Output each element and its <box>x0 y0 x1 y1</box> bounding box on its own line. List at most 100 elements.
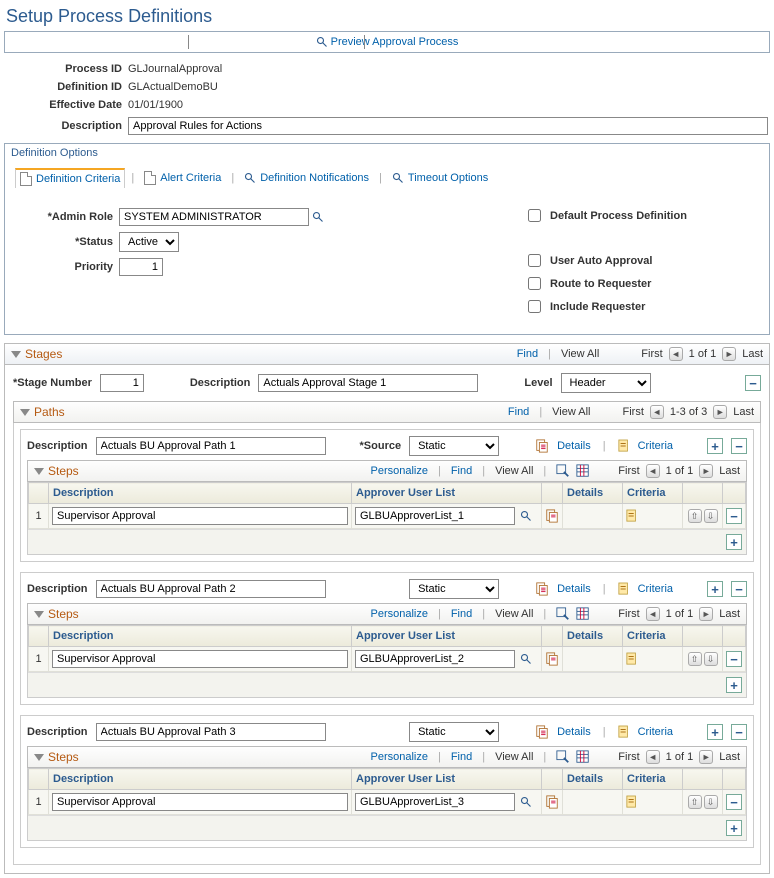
step-delete-button[interactable]: − <box>726 651 742 667</box>
stages-next-button[interactable]: ► <box>722 347 736 361</box>
path-block: Description *Source Static Details | Cri… <box>20 572 754 705</box>
step-add-button[interactable]: + <box>726 534 742 550</box>
step-description-input[interactable] <box>52 650 348 668</box>
tab-alert-criteria[interactable]: Alert Criteria <box>140 169 225 187</box>
step-add-button[interactable]: + <box>726 820 742 836</box>
steps-viewall[interactable]: View All <box>495 465 533 477</box>
stages-viewall[interactable]: View All <box>561 348 599 360</box>
steps-next-button[interactable]: ► <box>699 464 713 478</box>
steps-personalize-link[interactable]: Personalize <box>370 751 427 763</box>
tab-timeout-options[interactable]: Timeout Options <box>388 170 492 186</box>
steps-prev-button[interactable]: ◄ <box>646 464 660 478</box>
steps-toggle[interactable]: Steps <box>34 750 79 764</box>
status-label: *Status <box>15 236 113 248</box>
paths-prev-button[interactable]: ◄ <box>650 405 664 419</box>
user-auto-approval-checkbox[interactable] <box>528 254 541 267</box>
tab-definition-criteria[interactable]: Definition Criteria <box>15 168 125 188</box>
priority-input[interactable] <box>119 258 163 276</box>
steps-toggle[interactable]: Steps <box>34 607 79 621</box>
step-move-down-button[interactable]: ⇩ <box>704 509 718 523</box>
stages-find-link[interactable]: Find <box>517 348 538 360</box>
path-source-select[interactable]: Static <box>409 722 499 742</box>
default-process-checkbox[interactable] <box>528 209 541 222</box>
route-to-requester-checkbox[interactable] <box>528 277 541 290</box>
stages-prev-button[interactable]: ◄ <box>669 347 683 361</box>
steps-viewall[interactable]: View All <box>495 751 533 763</box>
path-details-link[interactable]: Details <box>557 726 591 738</box>
path-delete-button[interactable]: − <box>731 581 747 597</box>
stage-description-input[interactable] <box>258 374 478 392</box>
steps-personalize-link[interactable]: Personalize <box>370 608 427 620</box>
steps-count: 1 of 1 <box>666 751 694 763</box>
step-criteria-doc-icon[interactable] <box>626 509 638 523</box>
paths-find-link[interactable]: Find <box>508 406 529 418</box>
path-source-select[interactable]: Static <box>409 579 499 599</box>
paths-next-button[interactable]: ► <box>713 405 727 419</box>
zoom-icon[interactable] <box>556 750 570 764</box>
path-details-link[interactable]: Details <box>557 440 591 452</box>
path-details-link[interactable]: Details <box>557 583 591 595</box>
steps-toggle[interactable]: Steps <box>34 464 79 478</box>
steps-next-button[interactable]: ► <box>699 607 713 621</box>
step-move-up-button[interactable]: ⇧ <box>688 652 702 666</box>
status-select[interactable]: Active <box>119 232 179 252</box>
step-approver-input[interactable] <box>355 793 515 811</box>
step-description-input[interactable] <box>52 507 348 525</box>
admin-role-input[interactable] <box>119 208 309 226</box>
approver-lookup-icon[interactable] <box>520 510 532 522</box>
path-criteria-link[interactable]: Criteria <box>638 440 673 452</box>
zoom-icon[interactable] <box>556 464 570 478</box>
step-approver-input[interactable] <box>355 650 515 668</box>
collapse-icon <box>34 754 44 761</box>
steps-find-link[interactable]: Find <box>451 608 472 620</box>
path-source-select[interactable]: Static <box>409 436 499 456</box>
path-add-button[interactable]: + <box>707 438 723 454</box>
stage-number-input[interactable] <box>100 374 144 392</box>
steps-prev-button[interactable]: ◄ <box>646 607 660 621</box>
path-description-input[interactable] <box>96 723 326 741</box>
path-delete-button[interactable]: − <box>731 438 747 454</box>
grid-icon[interactable] <box>576 750 590 764</box>
step-move-down-button[interactable]: ⇩ <box>704 652 718 666</box>
path-description-input[interactable] <box>96 437 326 455</box>
step-delete-button[interactable]: − <box>726 794 742 810</box>
path-add-button[interactable]: + <box>707 724 723 740</box>
grid-icon[interactable] <box>576 464 590 478</box>
stages-toggle[interactable]: Stages <box>11 347 62 361</box>
steps-find-link[interactable]: Find <box>451 465 472 477</box>
preview-approval-link[interactable]: Preview Approval Process <box>316 36 459 48</box>
tab-definition-notifications[interactable]: Definition Notifications <box>240 170 373 186</box>
steps-viewall[interactable]: View All <box>495 608 533 620</box>
steps-prev-button[interactable]: ◄ <box>646 750 660 764</box>
path-description-input[interactable] <box>96 580 326 598</box>
path-criteria-link[interactable]: Criteria <box>638 726 673 738</box>
description-input[interactable] <box>128 117 768 135</box>
path-delete-button[interactable]: − <box>731 724 747 740</box>
step-approver-input[interactable] <box>355 507 515 525</box>
steps-find-link[interactable]: Find <box>451 751 472 763</box>
step-delete-button[interactable]: − <box>726 508 742 524</box>
search-icon <box>316 36 328 48</box>
paths-toggle[interactable]: Paths <box>20 405 65 419</box>
step-add-button[interactable]: + <box>726 677 742 693</box>
paths-header: Paths Find | View All First ◄ 1-3 of 3 ►… <box>13 401 761 423</box>
approver-lookup-icon[interactable] <box>520 653 532 665</box>
steps-personalize-link[interactable]: Personalize <box>370 465 427 477</box>
stage-delete-button[interactable]: − <box>745 375 761 391</box>
approver-lookup-icon[interactable] <box>520 796 532 808</box>
stage-level-select[interactable]: Header <box>561 373 651 393</box>
steps-next-button[interactable]: ► <box>699 750 713 764</box>
paths-viewall[interactable]: View All <box>552 406 590 418</box>
definition-id-label: Definition ID <box>4 81 122 93</box>
step-criteria-doc-icon[interactable] <box>626 652 638 666</box>
step-details-doc-icon[interactable] <box>545 652 559 666</box>
include-requester-checkbox[interactable] <box>528 300 541 313</box>
step-move-up-button[interactable]: ⇧ <box>688 509 702 523</box>
path-criteria-link[interactable]: Criteria <box>638 583 673 595</box>
grid-icon[interactable] <box>576 607 590 621</box>
admin-role-lookup-icon[interactable] <box>312 211 324 223</box>
step-details-doc-icon[interactable] <box>545 509 559 523</box>
step-description-input[interactable] <box>52 793 348 811</box>
zoom-icon[interactable] <box>556 607 570 621</box>
path-add-button[interactable]: + <box>707 581 723 597</box>
